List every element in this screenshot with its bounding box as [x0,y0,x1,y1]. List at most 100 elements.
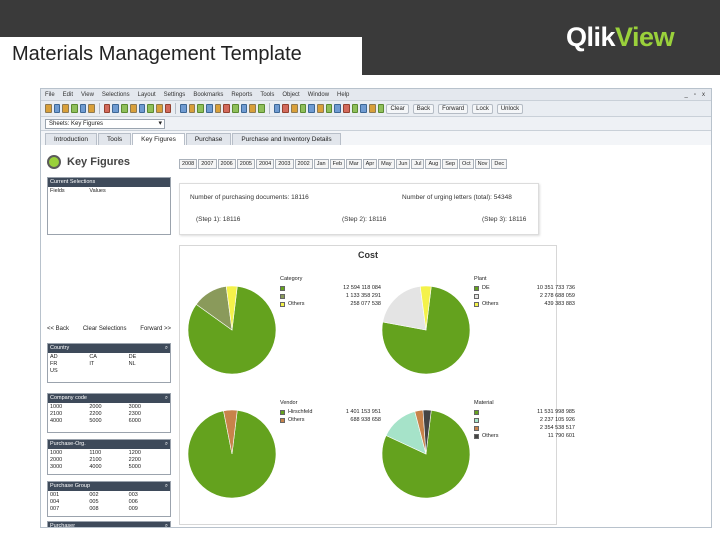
toolbar-tool-icon[interactable] [206,104,213,113]
period-chip[interactable]: Mar [346,159,362,169]
listbox-value[interactable]: 2100 [89,457,128,463]
back-button[interactable]: Back [412,103,435,114]
period-chip[interactable]: 2006 [217,159,236,169]
toolbar-tool-icon[interactable] [214,104,222,113]
period-chip[interactable]: Apr [362,159,378,169]
period-chip[interactable]: Feb [329,159,346,169]
toolbar-tool-icon[interactable] [325,104,333,113]
toolbar-tool-icon[interactable] [155,104,163,113]
menu-item-help[interactable]: Help [337,92,349,98]
toolbar-tool-icon[interactable] [273,104,281,113]
listbox-value[interactable]: 003 [129,492,168,498]
legend-row[interactable]: Hirschfeld 1 401 153 951 [280,408,381,416]
toolbar-tool-icon[interactable] [308,104,315,113]
toolbar-tool-icon[interactable] [112,104,120,113]
listbox-search-icon[interactable]: ⌕ [165,522,168,527]
toolbar-tool-icon[interactable] [164,104,172,113]
tab-purchase[interactable]: Purchase [185,133,232,145]
menu-item-bookmarks[interactable]: Bookmarks [193,92,223,98]
toolbar-tool-icon[interactable] [240,104,248,113]
toolbar-tool-icon[interactable] [334,104,342,113]
toolbar-tool-icon[interactable] [290,104,298,113]
toolbar-tool-icon[interactable] [360,104,368,113]
period-chip[interactable]: Sep [442,159,459,169]
legend-row[interactable]: 11 531 998 985 [474,408,575,416]
tab-key-figures[interactable]: Key Figures [132,133,185,145]
menu-item-reports[interactable]: Reports [231,92,252,98]
menu-item-window[interactable]: Window [308,92,329,98]
toolbar-tool-icon[interactable] [138,104,146,113]
listbox-value[interactable]: 2100 [50,411,89,417]
sheet-selector[interactable]: Sheets: Key Figures [45,118,165,129]
toolbar-tool-icon[interactable] [282,104,289,113]
toolbar-tool-icon[interactable] [188,104,196,113]
listbox-value[interactable]: 3000 [129,404,168,410]
toolbar-tool-icon[interactable] [232,104,239,113]
menu-item-object[interactable]: Object [282,92,299,98]
period-chip[interactable]: Jan [313,159,329,169]
listbox-value[interactable] [129,368,168,374]
listbox-value[interactable]: 2300 [129,411,168,417]
listbox-value[interactable]: 006 [129,499,168,505]
period-chip[interactable]: Aug [425,159,442,169]
toolbar-tool-icon[interactable] [71,104,78,113]
listbox-search-icon[interactable]: ⌕ [165,482,168,491]
toolbar-tool-icon[interactable] [62,104,70,113]
toolbar-tool-icon[interactable] [249,104,257,113]
listbox-value[interactable]: 007 [50,506,89,512]
toolbar-tool-icon[interactable] [369,104,376,113]
listbox-value[interactable]: FR [50,361,89,367]
toolbar-tool-icon[interactable] [179,104,187,113]
menu-item-settings[interactable]: Settings [164,92,186,98]
listbox-value[interactable]: 6000 [129,418,168,424]
toolbar-tool-icon[interactable] [79,104,87,113]
toolbar-tool-icon[interactable] [103,104,111,113]
listbox-value[interactable]: 2000 [50,457,89,463]
legend-row[interactable]: 2 237 105 926 [474,416,575,424]
period-chip[interactable]: Dec [491,159,508,169]
period-chip[interactable]: 2002 [294,159,313,169]
listbox-value[interactable]: DE [129,354,168,360]
toolbar-tool-icon[interactable] [88,104,96,113]
listbox-value[interactable]: 5000 [89,418,128,424]
listbox-value[interactable] [89,368,128,374]
listbox-value[interactable]: 004 [50,499,89,505]
toolbar-tool-icon[interactable] [197,104,205,113]
listbox-value[interactable]: IT [89,361,128,367]
listbox-search-icon[interactable]: ⌕ [165,344,168,353]
lock-button[interactable]: Lock [472,103,493,114]
listbox-value[interactable]: 1200 [129,450,168,456]
period-chip[interactable]: 2003 [275,159,294,169]
listbox-value[interactable]: 001 [50,492,89,498]
legend-row[interactable]: 1 133 358 291 [280,292,381,300]
toolbar-tool-icon[interactable] [299,104,307,113]
period-chip[interactable]: May [378,159,395,169]
legend-row[interactable]: Others 439 383 883 [474,300,575,308]
menu-item-file[interactable]: File [45,92,55,98]
legend-row[interactable]: Others 688 938 658 [280,416,381,424]
tab-introduction[interactable]: Introduction [45,133,97,145]
listbox-value[interactable]: US [50,368,89,374]
toolbar-tool-icon[interactable] [258,104,265,113]
period-chip[interactable]: 2005 [236,159,255,169]
period-chip[interactable]: Jul [411,159,425,169]
menu-item-layout[interactable]: Layout [138,92,156,98]
listbox-value[interactable]: 1000 [50,450,89,456]
toolbar-tool-icon[interactable] [45,104,52,113]
listbox-value[interactable]: 3000 [50,464,89,470]
unlock-button[interactable]: Unlock [496,103,524,114]
window-control-0[interactable]: _ [685,92,688,98]
listbox-value[interactable]: 2000 [89,404,128,410]
toolbar-tool-icon[interactable] [147,104,154,113]
forward-button[interactable]: Forward [438,103,469,114]
back-link[interactable]: << Back [47,326,69,332]
toolbar-tool-icon[interactable] [223,104,231,113]
period-chip[interactable]: 2007 [198,159,217,169]
menu-item-selections[interactable]: Selections [102,92,130,98]
listbox-search-icon[interactable]: ⌕ [165,394,168,403]
listbox-value[interactable]: 005 [89,499,128,505]
listbox-value[interactable]: 1100 [89,450,128,456]
menu-item-tools[interactable]: Tools [260,92,274,98]
listbox-search-icon[interactable]: ⌕ [165,440,168,449]
toolbar-tool-icon[interactable] [316,104,324,113]
